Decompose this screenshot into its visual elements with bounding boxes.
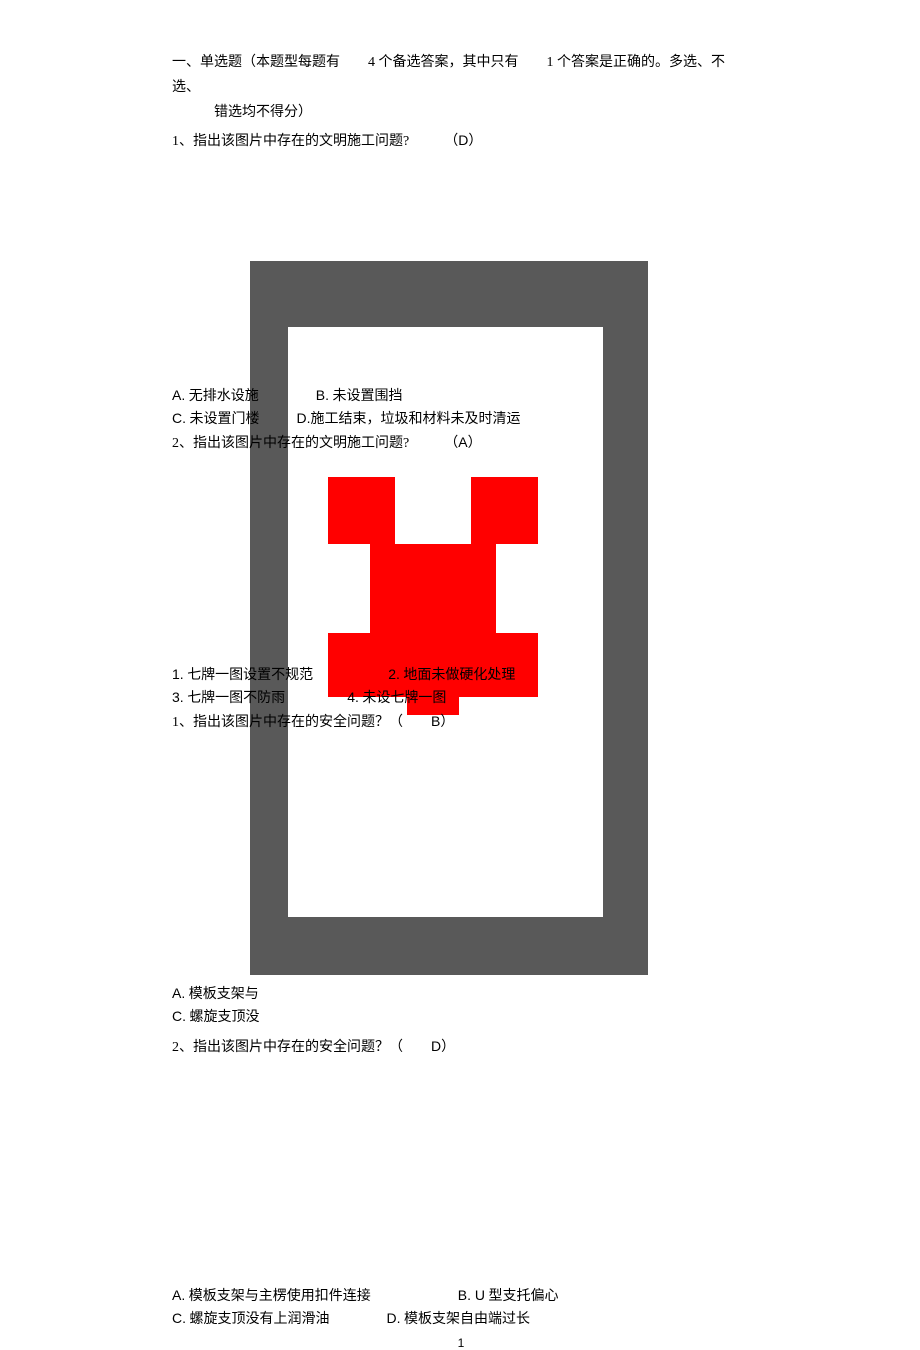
page-number: 1 <box>172 1336 750 1350</box>
q3-optC-label: C. <box>172 1008 186 1024</box>
q4-optC-text: 螺旋支顶没有上润滑油 <box>190 1312 330 1327</box>
q4-optA-text: 模板支架与主楞使用扣件连接 <box>189 1289 371 1304</box>
heading-line-2: 错选均不得分） <box>214 100 750 125</box>
q3-optA-text: 模板支架与 <box>189 987 259 1002</box>
q1-optB-text: 未设置围挡 <box>332 389 402 404</box>
q1-optA-text: 无排水设施 <box>189 389 259 404</box>
q4-optC-label: C. <box>172 1310 186 1326</box>
q3-options-row2: C. 螺旋支顶没 <box>172 1006 750 1026</box>
q2-opt3-label: 3. <box>172 689 184 705</box>
q4-answer: D <box>431 1038 441 1054</box>
heading-line-1: 一、单选题（本题型每题有 4 个备选答案，其中只有 1 个答案是正确的。多选、不… <box>172 50 750 100</box>
q1-optD-text: 施工结束，垃圾和材料未及时清运 <box>311 412 521 427</box>
q2-opt4-label: 4. <box>347 689 359 705</box>
q4-close: ） <box>441 1040 455 1055</box>
q1-options-row1: A. 无排水设施 B. 未设置围挡 <box>172 385 750 405</box>
q1-close: ） <box>468 134 482 149</box>
q4-text: 2、指出该图片中存在的安全问题？（ <box>172 1040 431 1055</box>
q4-optB-text: 型支托偏心 <box>488 1289 558 1304</box>
q2-opt1-text: 七牌一图设置不规范 <box>187 668 313 683</box>
section-heading: 一、单选题（本题型每题有 4 个备选答案，其中只有 1 个答案是正确的。多选、不… <box>172 50 750 126</box>
q4-options-row1: A. 模板支架与主楞使用扣件连接 B. U 型支托偏心 <box>172 1285 750 1305</box>
q2-opt1-label: 1. <box>172 666 184 682</box>
q3-options-row1: A. 模板支架与 <box>172 983 750 1003</box>
q1-optB-label: B. <box>316 387 329 403</box>
q2-answer: A <box>458 434 467 450</box>
question-1: 1、指出该图片中存在的文明施工问题? （D） <box>172 130 750 150</box>
q2-options-row2: 3. 七牌一图不防雨 4. 未设七牌一图 <box>172 687 750 707</box>
q1-optC-label: C. <box>172 410 186 426</box>
q2-opt4-text: 未设七牌一图 <box>362 691 446 706</box>
q3-answer: B <box>431 713 440 729</box>
q4-optA-label: A. <box>172 1287 185 1303</box>
q3-close: ） <box>440 715 454 730</box>
q1-text: 1、指出该图片中存在的文明施工问题? （ <box>172 134 458 149</box>
question-3: 1、指出该图片中存在的安全问题？（ B） <box>172 711 750 731</box>
question-2: 2、指出该图片中存在的文明施工问题? （A） <box>172 432 750 452</box>
q2-opt2-text: 地面未做硬化处理 <box>403 668 515 683</box>
q4-optD-label: D. <box>387 1310 401 1326</box>
q2-close: ） <box>468 436 482 451</box>
q1-answer: D <box>458 132 468 148</box>
q1-optD-label: D. <box>297 410 311 426</box>
q4-options-row2: C. 螺旋支顶没有上润滑油 D. 模板支架自由端过长 <box>172 1308 750 1328</box>
q4-optB-label: B. U <box>458 1287 485 1303</box>
q3-text: 1、指出该图片中存在的安全问题？（ <box>172 715 431 730</box>
q1-optC-text: 未设置门楼 <box>190 412 260 427</box>
q2-options-row1: 1. 七牌一图设置不规范 2. 地面未做硬化处理 <box>172 664 750 684</box>
q2-opt2-label: 2. <box>388 666 400 682</box>
q2-opt3-text: 七牌一图不防雨 <box>187 691 285 706</box>
q4-optD-text: 模板支架自由端过长 <box>404 1312 530 1327</box>
q1-optA-label: A. <box>172 387 185 403</box>
q3-optA-label: A. <box>172 985 185 1001</box>
q3-optC-text: 螺旋支顶没 <box>190 1010 260 1025</box>
q1-options-row2: C. 未设置门楼 D.施工结束，垃圾和材料未及时清运 <box>172 408 750 428</box>
question-4: 2、指出该图片中存在的安全问题？（ D） <box>172 1036 750 1056</box>
q2-text: 2、指出该图片中存在的文明施工问题? （ <box>172 436 458 451</box>
